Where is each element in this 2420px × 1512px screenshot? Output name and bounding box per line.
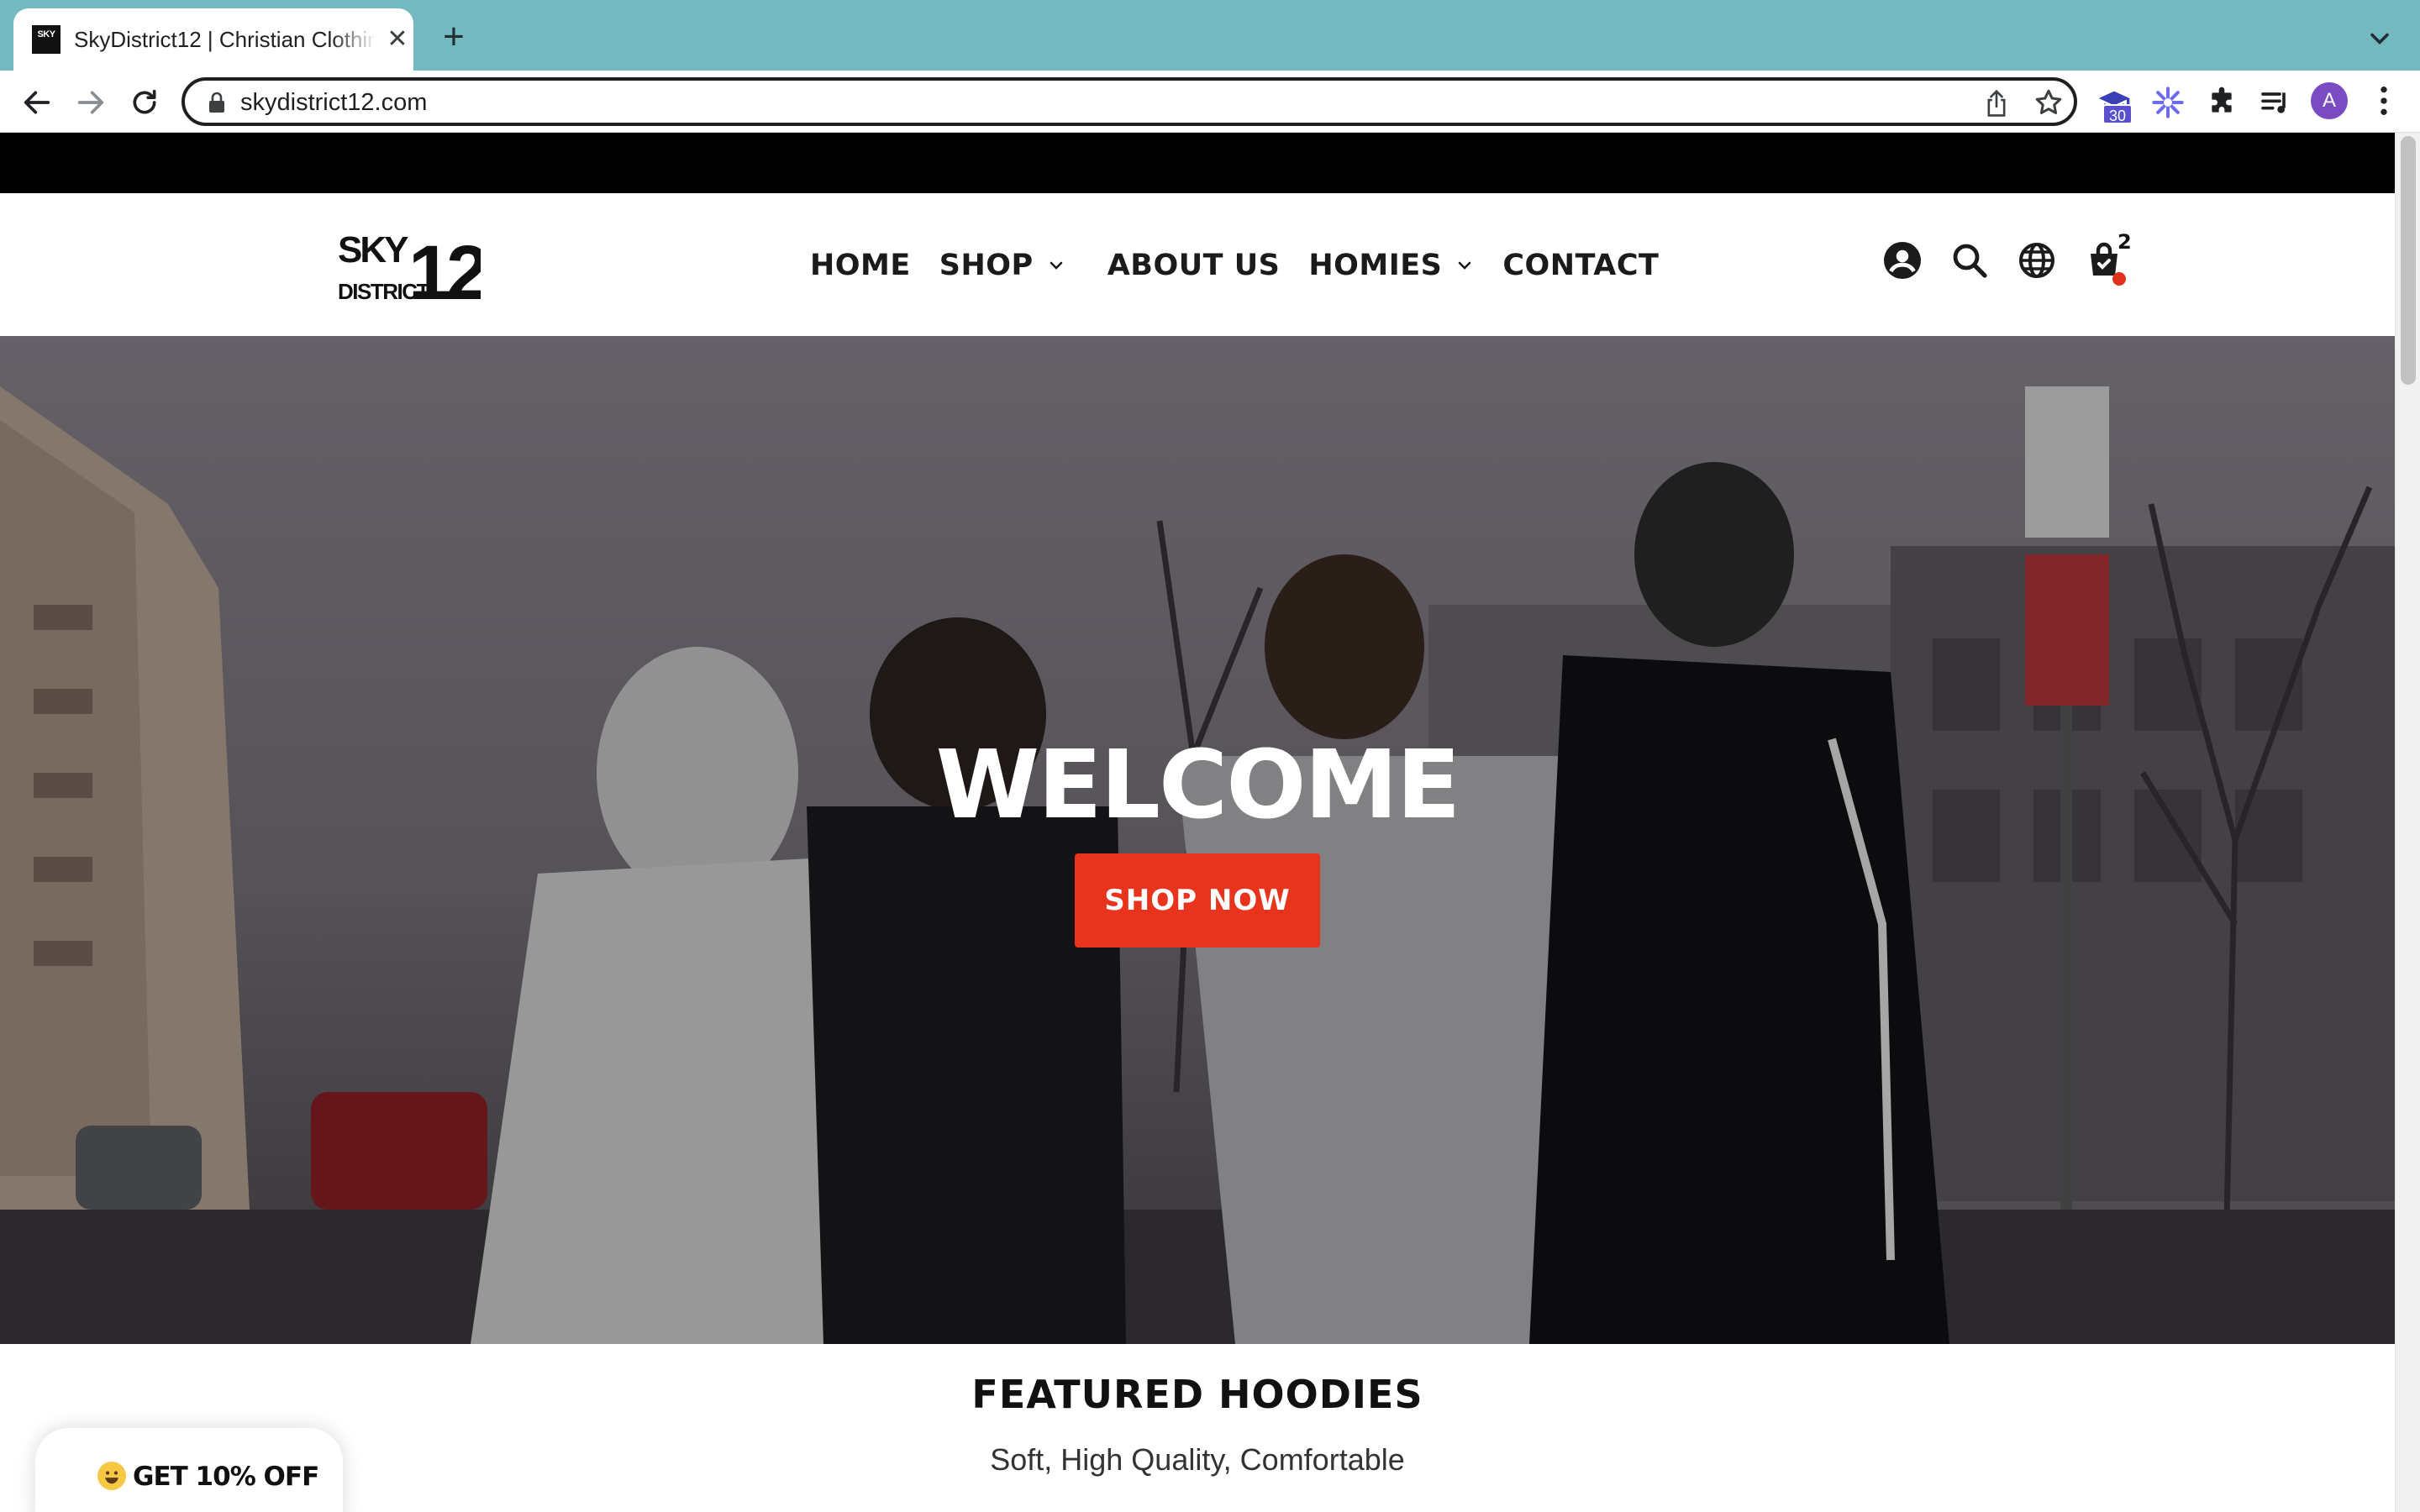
tab-close-icon[interactable]: ✕: [383, 25, 412, 54]
sparkle-extension-icon[interactable]: [2151, 86, 2185, 119]
tab-search-chevron-icon[interactable]: [2365, 24, 2395, 54]
cart-notification-dot: [2112, 272, 2126, 286]
globe-icon[interactable]: [2017, 240, 2057, 281]
hero-title: WELCOME: [935, 731, 1461, 840]
chevron-down-icon: [1050, 261, 1063, 270]
featured-section-subtitle: Soft, High Quality, Comfortable: [990, 1442, 1405, 1477]
address-bar[interactable]: skydistrict12.com: [182, 77, 2077, 126]
grinning-face-icon: [97, 1462, 126, 1490]
account-icon[interactable]: [1882, 240, 1923, 281]
discount-popup-tab[interactable]: GET 10% OFF: [35, 1428, 343, 1512]
discount-label: GET 10% OFF: [133, 1462, 319, 1492]
nav-item-label: HOME: [810, 249, 911, 282]
page-viewport: SKY DISTRICT 12 HOME SHOP ABOUT US HOMIE…: [0, 133, 2395, 1512]
profile-avatar[interactable]: A: [2311, 82, 2348, 119]
sky-district-12-logo[interactable]: SKY DISTRICT 12: [336, 227, 481, 304]
featured-section-title: FEATURED HOODIES: [971, 1372, 1423, 1417]
cart-count-badge: 2: [2118, 230, 2132, 254]
url-text[interactable]: skydistrict12.com: [240, 87, 427, 118]
forward-arrow-icon[interactable]: [74, 86, 108, 119]
new-tab-button[interactable]: +: [435, 18, 472, 55]
back-arrow-icon[interactable]: [20, 86, 54, 119]
nav-item-label: ABOUT US: [1107, 249, 1281, 282]
browser-tab-strip: SKY SkyDistrict12 | Christian Clothing ✕…: [0, 0, 2420, 71]
media-queue-icon[interactable]: [2259, 86, 2292, 119]
svg-text:SKY: SKY: [338, 229, 408, 270]
page-scrollbar[interactable]: [2395, 133, 2420, 1512]
site-favicon-icon: SKY: [32, 25, 60, 54]
browser-tab-active[interactable]: SKY SkyDistrict12 | Christian Clothing ✕: [13, 8, 413, 71]
browser-toolbar: skydistrict12.com: [0, 71, 2420, 133]
extension-badge: 30: [2102, 104, 2133, 124]
svg-text:12: 12: [408, 230, 481, 304]
announcement-bar: [0, 133, 2395, 193]
reload-icon[interactable]: [128, 86, 161, 119]
nav-item-about-us[interactable]: ABOUT US: [1107, 249, 1281, 282]
nav-item-contact[interactable]: CONTACT: [1502, 249, 1659, 282]
scrollbar-thumb[interactable]: [2401, 136, 2416, 385]
nav-item-label: HOMIES: [1308, 249, 1443, 282]
hero-dark-overlay: [0, 336, 2395, 1344]
nav-item-home[interactable]: HOME: [810, 249, 911, 282]
nav-item-homies[interactable]: HOMIES: [1308, 249, 1474, 282]
bookmark-star-icon[interactable]: [2033, 87, 2064, 118]
nav-item-shop[interactable]: SHOP: [939, 249, 1065, 282]
main-navigation: HOME SHOP ABOUT US HOMIES CONTACT: [810, 242, 1659, 289]
hero-banner: WELCOME SHOP NOW: [0, 336, 2395, 1344]
extensions-puzzle-icon[interactable]: [2205, 86, 2238, 119]
nav-item-label: CONTACT: [1502, 249, 1660, 282]
shop-now-button[interactable]: SHOP NOW: [1075, 853, 1320, 948]
chevron-down-icon: [1459, 261, 1471, 270]
tab-title: SkyDistrict12 | Christian Clothing: [74, 27, 376, 52]
lock-icon[interactable]: [207, 92, 227, 113]
browser-menu-icon[interactable]: [2371, 84, 2396, 118]
search-icon[interactable]: [1949, 240, 1990, 281]
share-icon[interactable]: [1983, 89, 2010, 118]
site-header: SKY DISTRICT 12 HOME SHOP ABOUT US HOMIE…: [0, 193, 2395, 336]
nav-item-label: SHOP: [939, 249, 1034, 282]
